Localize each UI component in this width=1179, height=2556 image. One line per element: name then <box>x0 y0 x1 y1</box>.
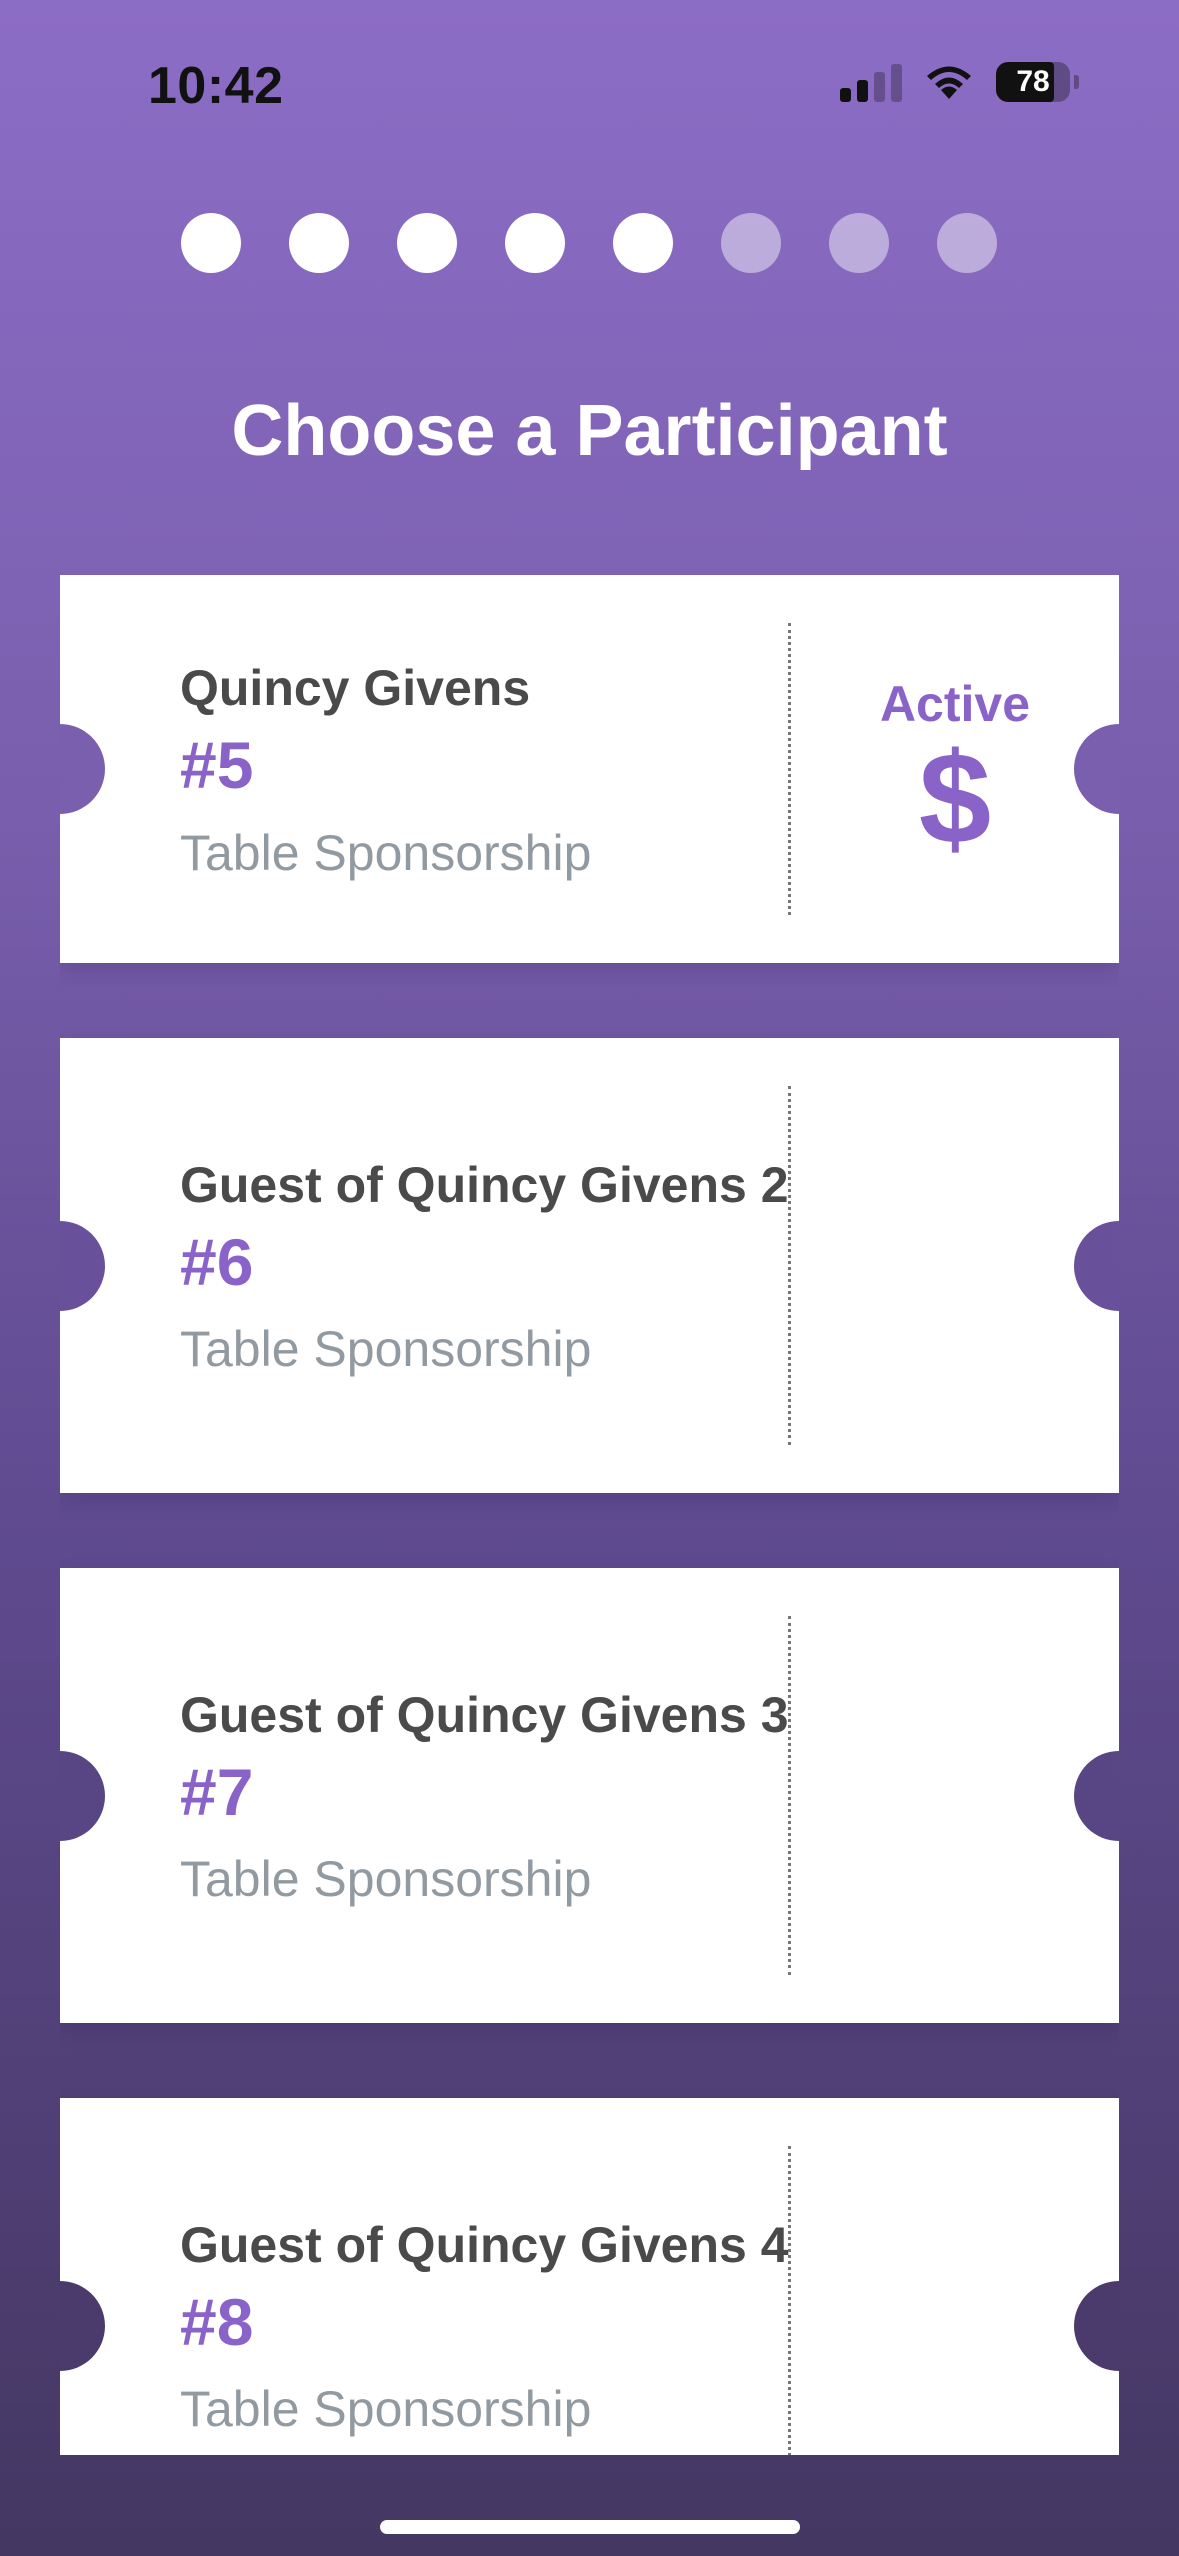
step-dot-1 <box>181 213 241 273</box>
step-dot-6 <box>721 213 781 273</box>
ticket-notch-left <box>60 1750 105 1841</box>
ticket-main: Quincy Givens #5 Table Sponsorship <box>180 575 800 963</box>
home-indicator[interactable] <box>380 2520 800 2534</box>
battery-level-text: 78 <box>1016 65 1050 98</box>
step-dot-7 <box>829 213 889 273</box>
status-icons: 78 <box>840 62 1079 102</box>
participant-ticket-type: Table Sponsorship <box>180 1851 592 1908</box>
participant-ticket-1[interactable]: Quincy Givens #5 Table Sponsorship Activ… <box>60 575 1119 963</box>
cellular-signal-icon <box>840 62 902 102</box>
ticket-stub: Active $ <box>791 575 1119 963</box>
step-dot-4 <box>505 213 565 273</box>
participant-ticket-3[interactable]: Guest of Quincy Givens 3 #7 Table Sponso… <box>60 1568 1119 2023</box>
page-title: Choose a Participant <box>231 391 948 471</box>
participant-ticket-type: Table Sponsorship <box>180 2381 592 2438</box>
participant-number: #5 <box>180 728 254 803</box>
ticket-notch-left <box>60 724 105 814</box>
ticket-stub <box>791 1038 1119 1493</box>
battery-icon: 78 <box>996 62 1070 102</box>
step-dot-5 <box>613 213 673 273</box>
dollar-icon: $ <box>918 725 992 871</box>
participant-name: Guest of Quincy Givens 4 <box>180 2216 789 2273</box>
participant-number: #6 <box>180 1224 254 1299</box>
ticket-notch-left <box>60 2280 105 2371</box>
participant-ticket-2[interactable]: Guest of Quincy Givens 2 #6 Table Sponso… <box>60 1038 1119 1493</box>
participant-name: Quincy Givens <box>180 660 531 717</box>
status-bar: 10:42 78 <box>0 0 1179 170</box>
ticket-notch-left <box>60 1220 105 1311</box>
participant-name: Guest of Quincy Givens 3 <box>180 1686 789 1743</box>
participant-ticket-type: Table Sponsorship <box>180 1321 592 1378</box>
participant-ticket-type: Table Sponsorship <box>180 824 592 881</box>
participant-number: #7 <box>180 1754 254 1829</box>
step-dot-3 <box>397 213 457 273</box>
participant-number: #8 <box>180 2284 254 2359</box>
step-progress-indicator <box>181 213 997 273</box>
participant-name: Guest of Quincy Givens 2 <box>180 1156 789 1213</box>
ticket-main: Guest of Quincy Givens 2 #6 Table Sponso… <box>180 1038 800 1493</box>
step-dot-2 <box>289 213 349 273</box>
ticket-main: Guest of Quincy Givens 4 #8 Table Sponso… <box>180 2098 800 2455</box>
ticket-stub <box>791 2098 1119 2455</box>
ticket-main: Guest of Quincy Givens 3 #7 Table Sponso… <box>180 1568 800 2023</box>
participant-ticket-4[interactable]: Guest of Quincy Givens 4 #8 Table Sponso… <box>60 2098 1119 2455</box>
ticket-stub <box>791 1568 1119 2023</box>
status-time: 10:42 <box>148 57 284 115</box>
participant-list[interactable]: Quincy Givens #5 Table Sponsorship Activ… <box>60 575 1119 2455</box>
step-dot-8 <box>937 213 997 273</box>
battery-tip <box>1074 75 1079 89</box>
wifi-icon <box>927 66 971 99</box>
